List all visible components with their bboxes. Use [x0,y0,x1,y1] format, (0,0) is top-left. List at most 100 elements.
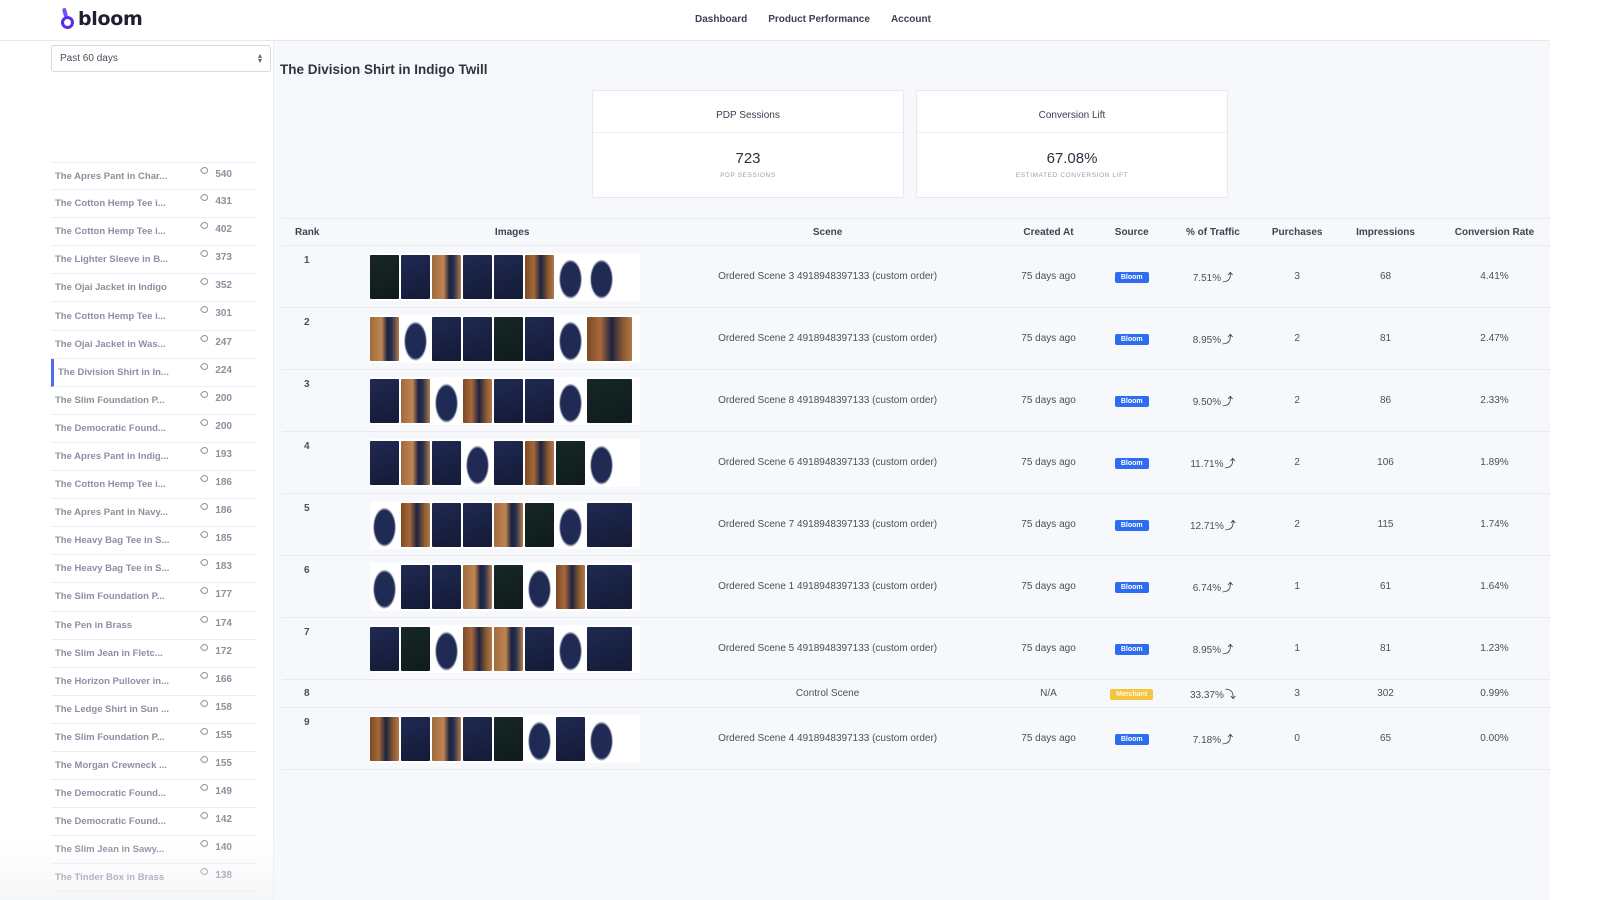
scene-image-thumbnail[interactable] [494,626,524,671]
product-list-item[interactable]: The Slim Foundation P... 155 [51,724,256,752]
scene-image-thumbnail[interactable] [370,716,400,761]
scene-image-thumbnail[interactable] [556,716,586,761]
scene-image-thumbnail[interactable] [494,564,524,609]
column-header-source[interactable]: Source [1099,218,1164,246]
scene-image-thumbnail[interactable] [463,440,493,485]
scene-image-thumbnail[interactable] [401,316,431,361]
product-list-item[interactable]: The Apres Pant in Char... 540 [51,162,256,191]
product-list-item[interactable]: The Apres Pant in Indig... 193 [51,443,256,472]
product-list-item[interactable]: The Ojai Jacket in Was... 247 [51,331,256,359]
product-list-item[interactable]: The Cotton Hemp Tee i... 301 [51,302,256,331]
column-header-traffic[interactable]: % of Traffic [1163,218,1263,246]
product-list-item[interactable]: The Cotton Hemp Tee i... 402 [51,218,256,247]
table-row[interactable]: 3 Ordered Scene 8 4918948397133 (custom o… [282,369,1550,432]
scene-image-thumbnail[interactable] [587,564,633,609]
product-list-item[interactable]: The Tinder Box in Brass 138 [51,864,256,893]
scene-image-thumbnail[interactable] [525,316,555,361]
scene-image-thumbnail[interactable] [401,716,431,761]
product-list-item[interactable]: The Heavy Bag Tee in S... 183 [51,555,256,584]
scene-image-thumbnail[interactable] [370,626,400,671]
scene-image-thumbnail[interactable] [525,564,555,609]
scene-image-thumbnail[interactable] [556,378,586,423]
scene-image-thumbnail[interactable] [494,316,524,361]
scene-image-thumbnail[interactable] [587,716,617,761]
scene-image-thumbnail[interactable] [494,378,524,423]
scene-image-thumbnail[interactable] [556,564,586,609]
table-row[interactable]: 9 Ordered Scene 4 4918948397133 (custom o… [282,707,1550,770]
nav-account[interactable]: Account [891,14,931,25]
scene-image-thumbnail[interactable] [525,716,555,761]
scene-image-thumbnail[interactable] [494,440,524,485]
scene-image-thumbnail[interactable] [432,440,462,485]
product-list-item[interactable]: The Slim Jean in Sawy... 140 [51,836,256,865]
product-list-item[interactable]: The Division Shirt in In... 224 [51,358,256,387]
product-list-item[interactable]: The Apres Pant in Navy... 186 [51,499,256,528]
scene-image-thumbnail[interactable] [525,626,555,671]
scene-image-thumbnail[interactable] [587,378,633,423]
scene-image-thumbnail[interactable] [463,378,493,423]
scene-image-thumbnail[interactable] [370,564,400,609]
table-row[interactable]: 7 Ordered Scene 5 4918948397133 (custom o… [282,617,1550,680]
scene-image-thumbnail[interactable] [525,502,555,547]
product-list-item[interactable]: The Horizon Pullover in... 166 [51,668,256,696]
product-list-item[interactable]: The Ojai Jacket in Indigo 352 [51,274,256,303]
product-list-item[interactable]: The Democratic Found... 200 [51,415,256,443]
product-list-item[interactable]: The Democratic Found... 149 [51,780,256,809]
table-row[interactable]: 4 Ordered Scene 6 4918948397133 (custom o… [282,431,1550,494]
scene-image-thumbnail[interactable] [370,502,400,547]
product-list-item[interactable]: The Cotton Hemp Tee i... 431 [51,190,256,219]
column-header-rank[interactable]: Rank [282,218,367,246]
scene-image-thumbnail[interactable] [525,378,555,423]
product-list-item[interactable]: The Slim Jean in Fletc... 172 [51,640,256,668]
scene-image-thumbnail[interactable] [525,440,555,485]
scene-image-thumbnail[interactable] [463,626,493,671]
scene-image-thumbnail[interactable] [525,254,555,299]
table-row[interactable]: 5 Ordered Scene 7 4918948397133 (custom o… [282,493,1550,556]
scene-image-thumbnail[interactable] [587,502,633,547]
product-list-item[interactable]: The Ledge Shirt in Sun ... 158 [51,696,256,724]
scene-image-thumbnail[interactable] [463,502,493,547]
scene-image-thumbnail[interactable] [401,502,431,547]
scene-image-thumbnail[interactable] [556,502,586,547]
scene-image-thumbnail[interactable] [370,440,400,485]
product-list-item[interactable]: The Democratic Found... 142 [51,808,256,837]
scene-image-thumbnail[interactable] [587,254,617,299]
scene-image-thumbnail[interactable] [432,316,462,361]
scene-image-thumbnail[interactable] [401,626,431,671]
scene-image-thumbnail[interactable] [587,440,617,485]
column-header-scene[interactable]: Scene [658,218,998,246]
product-list-item[interactable]: The Morgan Crewneck ... 155 [51,752,256,781]
scene-image-thumbnail[interactable] [370,316,400,361]
scene-image-thumbnail[interactable] [401,440,431,485]
product-list-item[interactable]: The Slim Foundation P... 177 [51,583,256,612]
nav-dashboard[interactable]: Dashboard [695,14,747,25]
scene-image-thumbnail[interactable] [556,440,586,485]
scene-image-thumbnail[interactable] [432,502,462,547]
scene-image-thumbnail[interactable] [463,254,493,299]
column-header-conversion-rate[interactable]: Conversion Rate [1438,218,1550,246]
table-row[interactable]: 6 Ordered Scene 1 4918948397133 (custom o… [282,555,1550,618]
date-range-select[interactable]: Past 60 days ▴ ▾ [51,45,271,72]
product-list-item[interactable]: The Heavy Bag Tee in S... 185 [51,527,256,556]
scene-image-thumbnail[interactable] [370,378,400,423]
scene-image-thumbnail[interactable] [587,316,633,361]
scene-image-thumbnail[interactable] [556,626,586,671]
scene-image-thumbnail[interactable] [463,716,493,761]
product-list-item[interactable]: The Lighter Sleeve in B... 373 [51,246,256,275]
scene-image-thumbnail[interactable] [432,564,462,609]
scene-image-thumbnail[interactable] [556,316,586,361]
product-list-item[interactable]: The Cotton Hemp Tee i... 186 [51,471,256,500]
scene-image-thumbnail[interactable] [556,254,586,299]
nav-product-performance[interactable]: Product Performance [768,14,870,25]
column-header-impressions[interactable]: Impressions [1332,218,1439,246]
table-row[interactable]: 8 Control Scene N/A Merchant 33.37%⤵ 3 302 0.99… [282,679,1550,708]
scene-image-thumbnail[interactable] [494,254,524,299]
table-row[interactable]: 2 Ordered Scene 2 4918948397133 (custom o… [282,307,1550,370]
scene-image-thumbnail[interactable] [401,378,431,423]
scene-image-thumbnail[interactable] [463,316,493,361]
column-header-created-at[interactable]: Created At [997,218,1100,246]
scene-image-thumbnail[interactable] [432,626,462,671]
column-header-purchases[interactable]: Purchases [1262,218,1333,246]
scene-image-thumbnail[interactable] [432,378,462,423]
scene-image-thumbnail[interactable] [401,564,431,609]
